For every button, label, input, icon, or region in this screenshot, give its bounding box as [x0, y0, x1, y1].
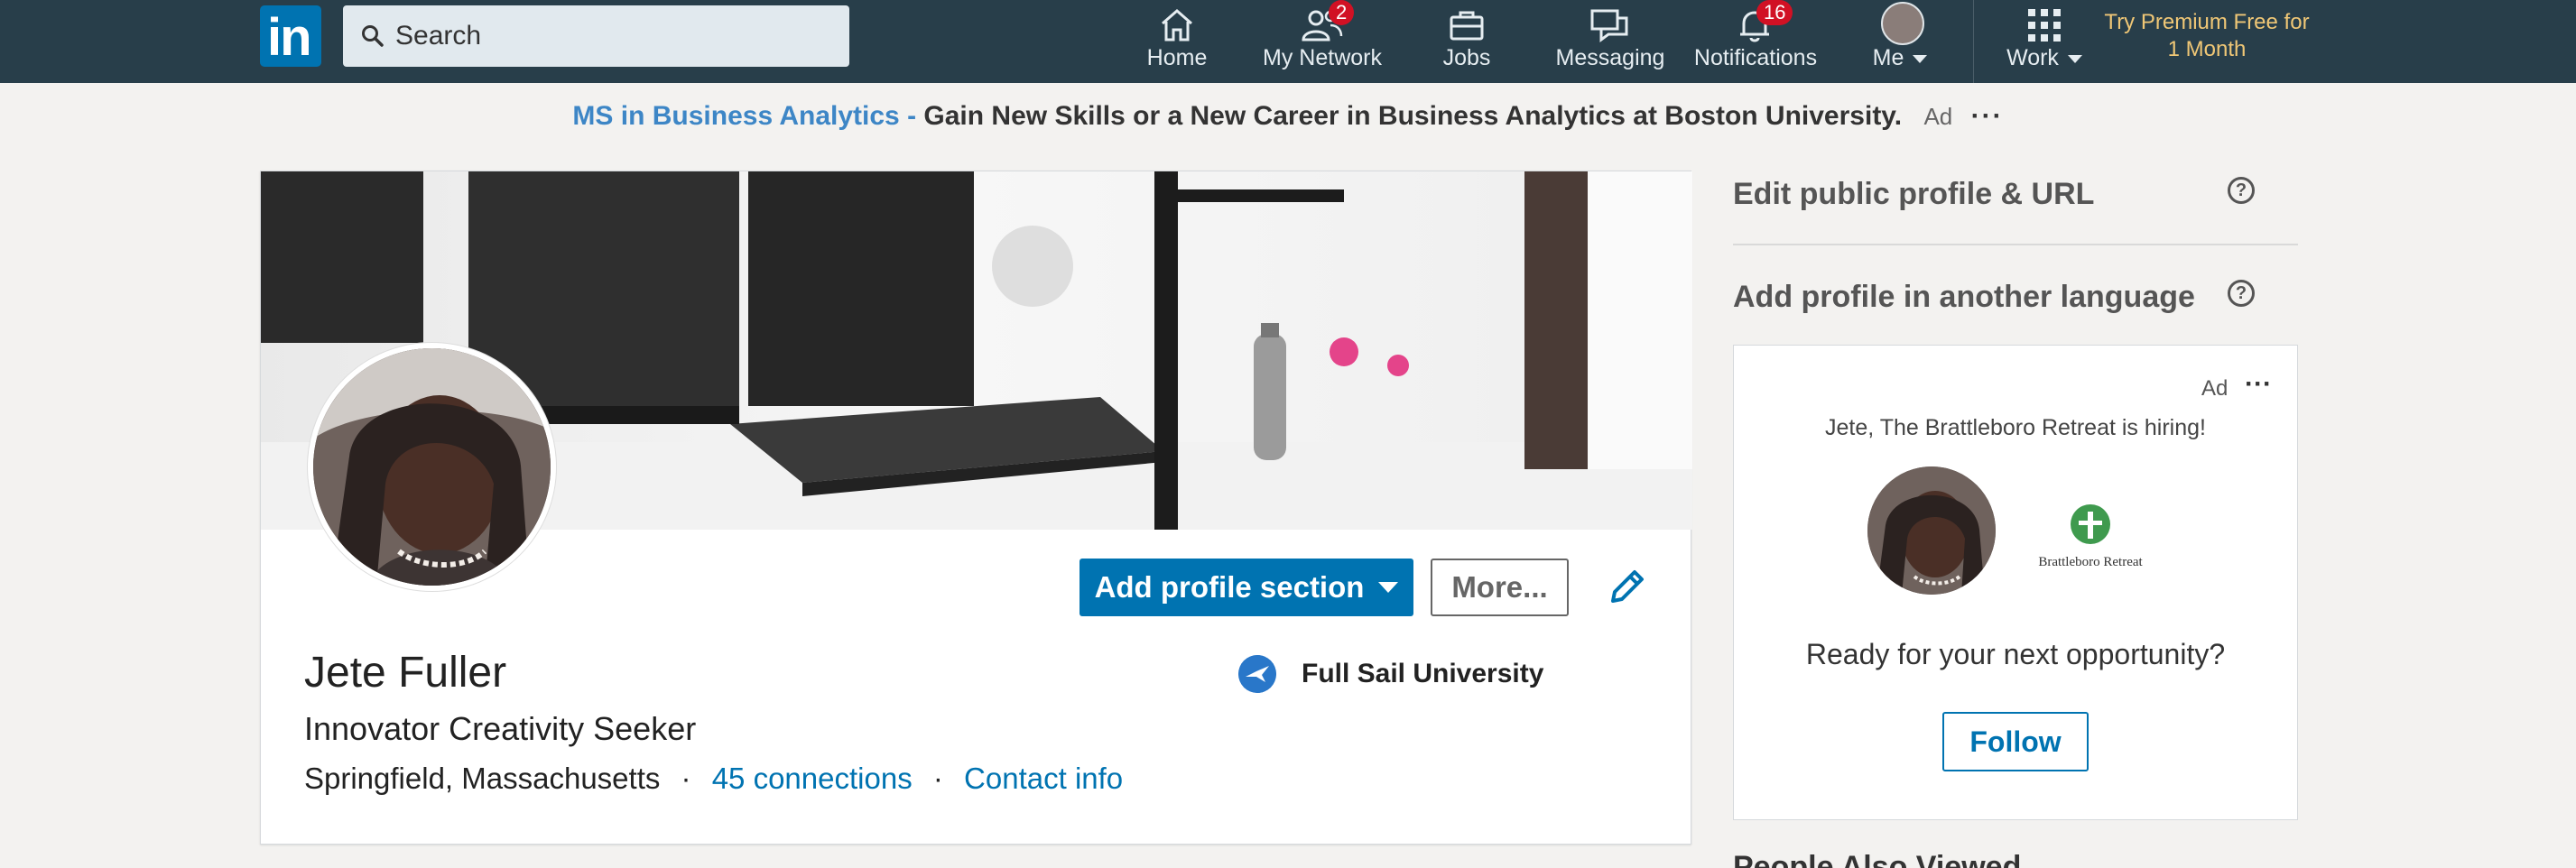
nav-messaging-label: Messaging: [1555, 45, 1665, 70]
nav-my-network-label: My Network: [1263, 45, 1382, 70]
education-name: Full Sail University: [1302, 659, 1544, 688]
ad-link[interactable]: MS in Business Analytics -: [572, 101, 916, 131]
search-icon: [362, 25, 384, 47]
ad-tag: Ad: [1923, 103, 1953, 130]
avatar: [1867, 466, 1996, 595]
more-button[interactable]: More...: [1431, 559, 1569, 616]
briefcase-icon: [1450, 11, 1484, 41]
ad-tag: Ad: [2201, 376, 2229, 401]
profile-card: Add profile section More... Jete Fuller …: [260, 171, 1692, 845]
nav-notifications[interactable]: 16 Notifications: [1688, 0, 1823, 83]
linkedin-logo[interactable]: in: [260, 5, 321, 67]
try-premium-link[interactable]: Try Premium Free for 1 Month: [2103, 9, 2311, 63]
nav-jobs[interactable]: Jobs: [1431, 0, 1503, 83]
avatar: [1881, 2, 1924, 45]
home-icon: [1162, 9, 1192, 42]
notifications-badge: 16: [1756, 0, 1793, 25]
messaging-icon: [1590, 9, 1628, 42]
profile-location-line: Springfield, Massachusetts · 45 connecti…: [304, 762, 1123, 796]
connections-link[interactable]: 45 connections: [712, 762, 913, 795]
education-entry[interactable]: Full Sail University: [1238, 655, 1543, 693]
search-input[interactable]: Search: [343, 5, 849, 67]
profile-name: Jete Fuller: [304, 649, 507, 697]
company-logo: Brattleboro Retreat: [2038, 504, 2144, 569]
school-logo-icon: [1238, 655, 1276, 693]
rail-divider: [1733, 244, 2298, 245]
nav-messaging[interactable]: Messaging: [1551, 0, 1670, 83]
profile-location: Springfield, Massachusetts: [304, 762, 661, 795]
nav-home-label: Home: [1146, 45, 1208, 70]
top-ad-banner: MS in Business Analytics - Gain New Skil…: [0, 101, 2576, 146]
company-logo-text: Brattleboro Retreat: [2038, 555, 2143, 569]
nav-me-label-wrap: Me: [1859, 45, 1941, 71]
chevron-down-icon: [2067, 54, 2082, 63]
help-icon[interactable]: ?: [2228, 280, 2255, 307]
nav-jobs-label: Jobs: [1442, 45, 1491, 70]
add-profile-section-button[interactable]: Add profile section: [1080, 559, 1413, 616]
nav-divider: [1973, 0, 1974, 83]
contact-info-link[interactable]: Contact info: [964, 762, 1123, 795]
search-placeholder: Search: [395, 21, 482, 51]
nav-work-label-wrap: Work: [1995, 45, 2094, 71]
edit-public-profile-link[interactable]: Edit public profile & URL: [1733, 177, 2094, 212]
help-icon[interactable]: ?: [2228, 177, 2255, 204]
nav-my-network[interactable]: 2 My Network: [1255, 0, 1390, 83]
hiring-ad-card: Ad ··· Jete, The Brattleboro Retreat is …: [1733, 345, 2298, 820]
people-also-viewed-heading: People Also Viewed: [1733, 850, 2022, 868]
nav-me[interactable]: Me: [1859, 0, 1941, 83]
separator-dot: ·: [681, 762, 691, 795]
grid-icon: [2028, 9, 2061, 42]
chevron-down-icon: [1913, 54, 1928, 63]
nav-notifications-label: Notifications: [1693, 45, 1818, 70]
top-nav-bar: in Search Home 2 My Network Jobs Messagi…: [0, 0, 2576, 83]
ad-more-icon[interactable]: ···: [1971, 101, 2004, 132]
nav-work-label: Work: [2006, 45, 2059, 70]
network-badge: 2: [1329, 0, 1355, 25]
add-language-profile-link[interactable]: Add profile in another language: [1733, 280, 2195, 315]
nav-me-label: Me: [1872, 45, 1904, 70]
separator-dot: ·: [932, 762, 943, 795]
add-profile-section-label: Add profile section: [1094, 570, 1365, 604]
profile-photo[interactable]: [308, 343, 556, 591]
follow-button[interactable]: Follow: [1942, 712, 2089, 771]
pencil-edit-icon[interactable]: [1604, 565, 1649, 610]
opportunity-prompt: Ready for your next opportunity?: [1805, 638, 2226, 670]
profile-headline: Innovator Creativity Seeker: [304, 710, 697, 747]
ad-more-icon[interactable]: ···: [2245, 369, 2272, 400]
nav-work[interactable]: Work: [1995, 0, 2094, 83]
hiring-text: Jete, The Brattleboro Retreat is hiring!: [1825, 415, 2206, 440]
ad-text[interactable]: Gain New Skills or a New Career in Busin…: [923, 101, 1902, 131]
chevron-down-icon: [1378, 582, 1399, 593]
nav-home[interactable]: Home: [1141, 0, 1213, 83]
